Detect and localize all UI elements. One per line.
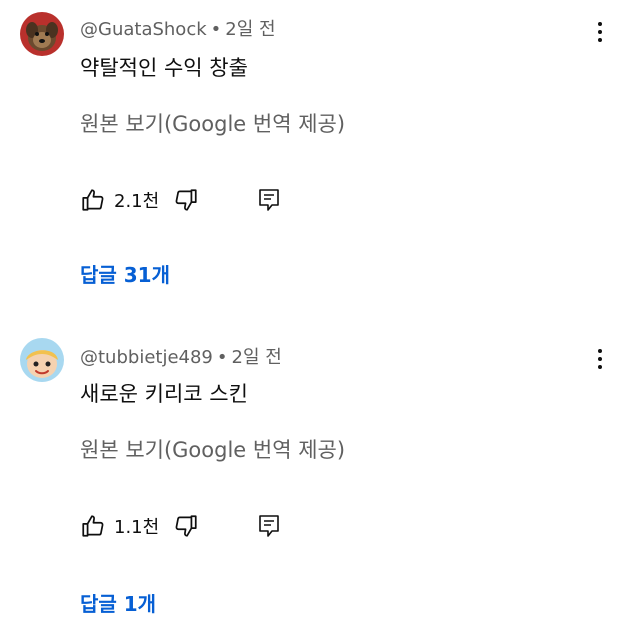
see-original-link[interactable]: 원본 보기(Google 번역 제공) (80, 108, 345, 138)
thumb-up-icon (82, 515, 104, 537)
more-options-button[interactable] (588, 18, 612, 46)
cartoon-avatar-icon (20, 338, 64, 382)
comment-meta: @GuataShock • 2일 전 (80, 15, 276, 41)
comment-time: 2일 전 (225, 19, 276, 40)
meta-separator: • (210, 19, 222, 40)
like-count: 1.1천 (114, 517, 160, 538)
like-count: 2.1천 (114, 191, 160, 212)
reply-button[interactable] (257, 513, 281, 539)
thumb-up-icon (82, 189, 104, 211)
comment-text: 새로운 키리코 스킨 (80, 382, 248, 406)
comment-actions: 1.1천 (80, 510, 281, 542)
avatar[interactable] (20, 12, 64, 56)
view-replies-link[interactable]: 답글 31개 (80, 259, 170, 288)
more-options-button[interactable] (588, 345, 612, 373)
dog-avatar-icon (20, 12, 64, 56)
view-replies-link[interactable]: 답글 1개 (80, 588, 156, 617)
more-vert-icon (598, 22, 602, 26)
reply-icon (259, 515, 279, 537)
reply-icon (259, 189, 279, 211)
avatar[interactable] (20, 338, 64, 382)
thumb-down-icon (175, 515, 197, 537)
dislike-button[interactable] (173, 187, 199, 213)
more-vert-icon (598, 349, 602, 353)
dislike-button[interactable] (173, 513, 199, 539)
comment-actions: 2.1천 (80, 184, 281, 216)
comment-meta: @tubbietje489 • 2일 전 (80, 343, 282, 369)
like-button[interactable] (80, 513, 106, 539)
comment-text: 약탈적인 수익 창출 (80, 56, 248, 80)
see-original-link[interactable]: 원본 보기(Google 번역 제공) (80, 434, 345, 464)
thumb-down-icon (175, 189, 197, 211)
author-name[interactable]: @tubbietje489 (80, 347, 213, 368)
author-name[interactable]: @GuataShock (80, 19, 207, 40)
reply-button[interactable] (257, 187, 281, 213)
comment-time: 2일 전 (231, 347, 282, 368)
meta-separator: • (216, 347, 228, 368)
like-button[interactable] (80, 187, 106, 213)
